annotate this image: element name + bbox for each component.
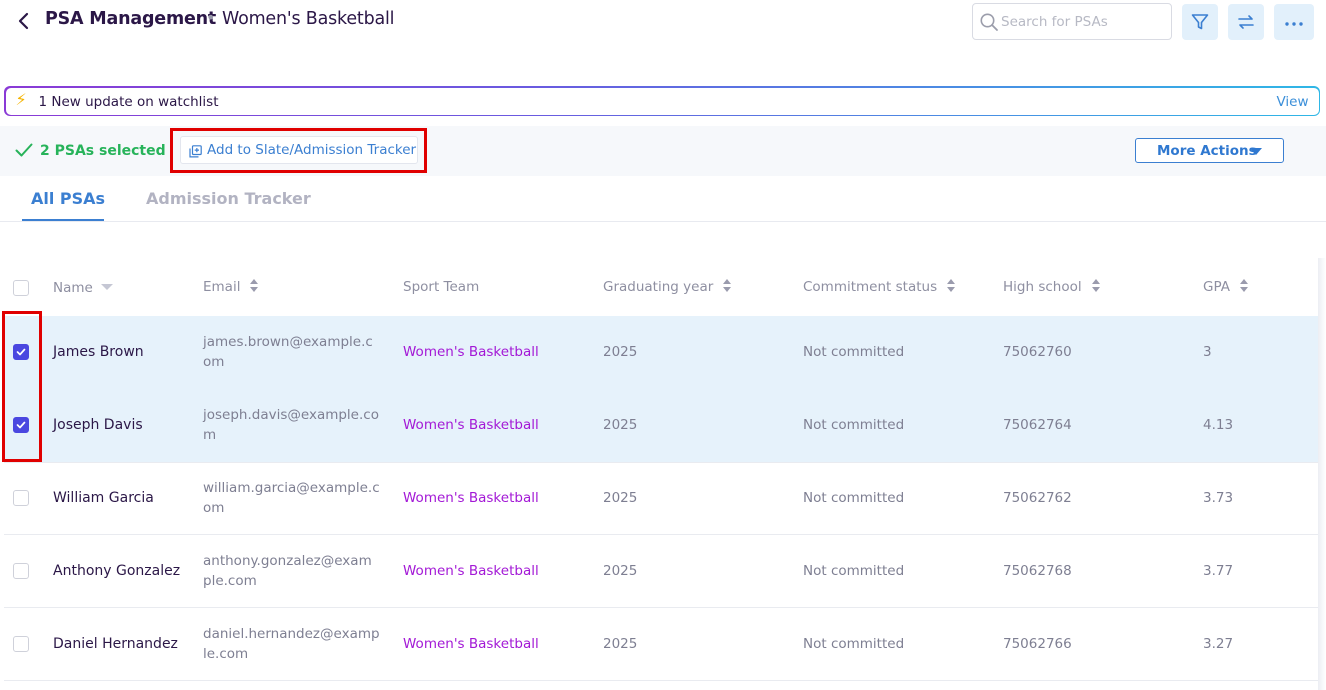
sort-icon [1239, 279, 1249, 293]
row-checkbox[interactable] [13, 490, 29, 506]
table-header: Name Email Sport Team Graduating year Co… [0, 258, 1318, 316]
sort-down-icon [100, 284, 113, 290]
psa-high-school: 75062762 [1003, 490, 1072, 506]
psa-sport-team: Women's Basketball [403, 636, 539, 652]
psa-graduating-year: 2025 [603, 344, 638, 360]
psa-commitment-status: Not committed [803, 636, 905, 652]
search-box [972, 3, 1172, 40]
sort-icon [722, 279, 732, 293]
tab-admission-tracker[interactable]: Admission Tracker [146, 189, 311, 208]
psa-commitment-status: Not committed [803, 344, 905, 360]
watchlist-banner: ⚡ 1 New update on watchlist View [4, 86, 1320, 116]
annotation-highlight-checkboxes [2, 311, 42, 462]
page-title: PSA Management [45, 9, 217, 29]
psa-name[interactable]: William Garcia [53, 490, 154, 506]
selected-count: 2 PSAs selected [40, 143, 166, 159]
breadcrumb-separator: • [206, 8, 216, 27]
psa-commitment-status: Not committed [803, 417, 905, 433]
tab-all-psas[interactable]: All PSAs [31, 189, 105, 208]
psa-graduating-year: 2025 [603, 563, 638, 579]
selection-bar: 2 PSAs selected Add to Slate/Admission T… [0, 126, 1326, 176]
psa-graduating-year: 2025 [603, 417, 638, 433]
psa-sport-team: Women's Basketball [403, 490, 539, 506]
psa-management-page: PSA Management • Women's Basketball Sear… [0, 0, 1326, 690]
copy-add-icon [189, 145, 202, 158]
select-all-checkbox[interactable] [13, 280, 29, 296]
view-watchlist-link[interactable]: View [1276, 94, 1308, 110]
psa-gpa: 3 [1203, 344, 1212, 360]
caret-down-icon [1250, 148, 1262, 155]
psa-sport-team: Women's Basketball [403, 344, 539, 360]
more-options-button[interactable] [1274, 4, 1314, 40]
psa-graduating-year: 2025 [603, 490, 638, 506]
column-header-name[interactable]: Name [53, 280, 113, 296]
add-to-slate-button[interactable]: Add to Slate/Admission Tracker [180, 136, 418, 164]
sort-icon [1091, 279, 1101, 293]
psa-graduating-year: 2025 [603, 636, 638, 652]
table-row[interactable]: Joseph Davis joseph.davis@example.co m Wo… [4, 389, 1318, 462]
lightning-icon: ⚡ [15, 89, 27, 109]
filter-button[interactable] [1182, 4, 1218, 40]
column-header-gpa[interactable]: GPA [1203, 279, 1249, 295]
search-icon [980, 13, 998, 31]
column-header-graduating-year[interactable]: Graduating year [603, 279, 732, 295]
table-row[interactable]: Daniel Hernandez daniel.hernandez@examp l… [4, 608, 1318, 681]
search-input[interactable] [1001, 12, 1161, 32]
psa-gpa: 3.77 [1203, 563, 1234, 579]
column-header-email[interactable]: Email [203, 279, 259, 295]
watchlist-update-text: 1 New update on watchlist [38, 93, 219, 110]
more-actions-button[interactable]: More Actions [1135, 138, 1284, 163]
psa-name[interactable]: Anthony Gonzalez [53, 563, 180, 579]
row-checkbox[interactable] [13, 563, 29, 579]
psa-high-school: 75062768 [1003, 563, 1072, 579]
page-header: PSA Management • Women's Basketball [0, 0, 1326, 50]
psa-name[interactable]: Joseph Davis [53, 417, 143, 433]
psa-name[interactable]: James Brown [53, 344, 144, 360]
column-header-commitment-status[interactable]: Commitment status [803, 279, 956, 295]
sort-icon [946, 279, 956, 293]
psa-sport-team: Women's Basketball [403, 563, 539, 579]
swap-button[interactable] [1228, 4, 1264, 40]
filter-icon [1191, 14, 1209, 30]
psa-gpa: 4.13 [1203, 417, 1234, 433]
psa-high-school: 75062760 [1003, 344, 1072, 360]
table-row[interactable]: James Brown james.brown@example.c om Wome… [4, 316, 1318, 389]
psa-gpa: 3.73 [1203, 490, 1234, 506]
psa-commitment-status: Not committed [803, 490, 905, 506]
table-row[interactable]: Anthony Gonzalez anthony.gonzalez@exam pl… [4, 535, 1318, 608]
row-checkbox[interactable] [13, 636, 29, 652]
psa-email: daniel.hernandez@examp le.com [203, 626, 380, 662]
psa-email: anthony.gonzalez@exam ple.com [203, 553, 372, 589]
checkmark-icon [15, 143, 33, 157]
psa-email: joseph.davis@example.co m [203, 407, 379, 443]
psa-sport-team: Women's Basketball [403, 417, 539, 433]
psa-gpa: 3.27 [1203, 636, 1234, 652]
psa-email: james.brown@example.c om [203, 334, 373, 370]
psa-email: william.garcia@example.c om [203, 480, 380, 516]
sort-icon [249, 279, 259, 293]
more-horizontal-icon [1285, 22, 1303, 26]
psa-commitment-status: Not committed [803, 563, 905, 579]
page-subtitle: Women's Basketball [222, 9, 395, 29]
add-to-slate-label: Add to Slate/Admission Tracker [207, 142, 417, 158]
swap-icon [1238, 15, 1254, 29]
psa-high-school: 75062764 [1003, 417, 1072, 433]
psa-high-school: 75062766 [1003, 636, 1072, 652]
column-header-sport-team: Sport Team [403, 279, 480, 295]
table-row[interactable]: William Garcia william.garcia@example.c o… [4, 462, 1318, 535]
psa-name[interactable]: Daniel Hernandez [53, 636, 178, 652]
column-header-high-school[interactable]: High school [1003, 279, 1101, 295]
scroll-edge-shadow [1318, 258, 1326, 690]
more-actions-label: More Actions [1157, 143, 1257, 159]
tab-bar: All PSAs Admission Tracker [0, 176, 1326, 222]
active-tab-indicator [22, 219, 104, 221]
back-icon[interactable] [14, 10, 34, 32]
